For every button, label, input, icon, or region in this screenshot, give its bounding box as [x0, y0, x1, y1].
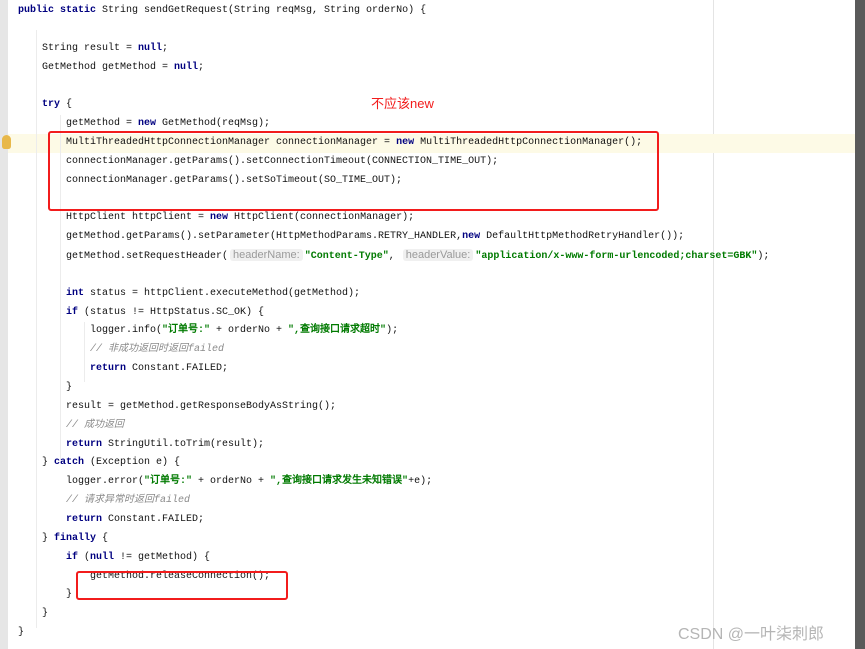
- code-text: }: [42, 457, 55, 469]
- code-text: (: [78, 551, 91, 563]
- code-line[interactable]: }: [66, 378, 72, 397]
- code-line[interactable]: String result = null;: [42, 39, 168, 58]
- keyword: int: [66, 287, 85, 299]
- code-line[interactable]: // 非成功返回时返回failed: [90, 340, 224, 359]
- code-text: + orderNo +: [192, 476, 271, 488]
- code-text: );: [757, 251, 770, 263]
- string-literal: "application/x-www-form-urlencoded;chars…: [475, 251, 758, 263]
- code-line[interactable]: getMethod.setRequestHeader(headerName: "C…: [66, 246, 769, 265]
- editor-gutter: [0, 0, 8, 649]
- code-text: }: [18, 627, 25, 639]
- code-text: (status != HttpStatus.SC_OK) {: [78, 306, 265, 318]
- code-line[interactable]: logger.info("订单号:" + orderNo + ",查询接口请求超…: [90, 321, 398, 340]
- keyword: return: [90, 363, 127, 375]
- keyword: if: [66, 306, 79, 318]
- keyword: if: [66, 551, 79, 563]
- code-text: HttpClient httpClient =: [66, 212, 211, 224]
- code-line[interactable]: return Constant.FAILED;: [90, 359, 228, 378]
- string-literal: ",查询接口请求超时": [288, 325, 387, 337]
- keyword: null: [138, 42, 163, 54]
- code-text: }: [42, 532, 55, 544]
- code-text: result = getMethod.getResponseBodyAsStri…: [66, 400, 337, 412]
- code-text: String result =: [42, 42, 139, 54]
- code-text: ;: [162, 42, 169, 54]
- code-text: != getMethod) {: [114, 551, 211, 563]
- code-text: {: [60, 99, 73, 111]
- code-text: logger.error(: [66, 476, 145, 488]
- code-line[interactable]: getMethod.getParams().setParameter(HttpM…: [66, 227, 684, 246]
- code-text: Constant.FAILED;: [126, 363, 229, 375]
- code-text: getMethod =: [66, 118, 139, 130]
- code-line[interactable]: } finally {: [42, 529, 108, 548]
- keyword: finally: [54, 532, 97, 544]
- code-text: HttpClient(connectionManager);: [228, 212, 415, 224]
- code-line[interactable]: // 请求异常时返回failed: [66, 491, 190, 510]
- string-literal: "Content-Type": [304, 251, 389, 263]
- code-text: String sendGetRequest(String reqMsg, Str…: [102, 5, 427, 16]
- side-panel-edge: [855, 0, 865, 649]
- code-text: }: [42, 608, 49, 620]
- comment: // 非成功返回时返回failed: [90, 344, 225, 356]
- code-text: StringUtil.toTrim(result);: [102, 438, 265, 450]
- code-text: );: [386, 325, 399, 337]
- parameter-hint: headerValue:: [402, 249, 474, 262]
- parameter-hint: headerName:: [230, 249, 303, 262]
- code-text: }: [66, 589, 73, 601]
- string-literal: ",查询接口请求发生未知错误": [270, 476, 409, 488]
- code-line[interactable]: if (status != HttpStatus.SC_OK) {: [66, 303, 264, 322]
- code-line[interactable]: GetMethod getMethod = null;: [42, 58, 204, 77]
- code-line[interactable]: // 成功返回: [66, 416, 124, 435]
- code-text: GetMethod(reqMsg);: [156, 118, 271, 130]
- code-line[interactable]: if (null != getMethod) {: [66, 548, 210, 567]
- annotation-box-connection-manager: [48, 131, 659, 211]
- code-line[interactable]: result = getMethod.getResponseBodyAsStri…: [66, 397, 336, 416]
- code-line[interactable]: }: [18, 623, 24, 642]
- code-line[interactable]: }: [42, 604, 48, 623]
- code-line[interactable]: int status = httpClient.executeMethod(ge…: [66, 284, 360, 303]
- code-text: DefaultHttpMethodRetryHandler());: [480, 231, 685, 243]
- indent-guide: [36, 30, 37, 628]
- keyword: public static: [18, 5, 103, 16]
- watermark: CSDN @一叶柒刺郎: [678, 626, 825, 643]
- annotation-box-release-connection: [76, 571, 288, 600]
- comment: // 成功返回: [66, 419, 125, 431]
- lightbulb-icon[interactable]: [2, 135, 11, 149]
- keyword: catch: [54, 457, 85, 469]
- code-line[interactable]: logger.error("订单号:" + orderNo + ",查询接口请求…: [66, 472, 432, 491]
- string-literal: "订单号:": [144, 476, 193, 488]
- code-line[interactable]: return StringUtil.toTrim(result);: [66, 435, 264, 454]
- comment: // 请求异常时返回failed: [66, 495, 191, 507]
- code-line[interactable]: HttpClient httpClient = new HttpClient(c…: [66, 208, 414, 227]
- keyword: null: [174, 61, 199, 73]
- code-line[interactable]: } catch (Exception e) {: [42, 453, 180, 472]
- code-line[interactable]: }: [66, 585, 72, 604]
- code-text: getMethod.getParams().setParameter(HttpM…: [66, 231, 463, 243]
- keyword: try: [42, 99, 61, 111]
- right-margin-guide: [713, 0, 714, 649]
- keyword: new: [138, 118, 157, 130]
- string-literal: "订单号:": [162, 325, 211, 337]
- code-text: +e);: [408, 476, 433, 488]
- code-text: getMethod.setRequestHeader(: [66, 251, 229, 263]
- code-text: (Exception e) {: [84, 457, 181, 469]
- code-text: status = httpClient.executeMethod(getMet…: [84, 287, 361, 299]
- keyword: new: [462, 231, 481, 243]
- keyword: return: [66, 438, 103, 450]
- code-text: logger.info(: [90, 325, 163, 337]
- code-line[interactable]: return Constant.FAILED;: [66, 510, 204, 529]
- code-line[interactable]: public static String sendGetRequest(Stri…: [18, 1, 426, 20]
- keyword: null: [90, 551, 115, 563]
- indent-guide: [84, 322, 85, 382]
- keyword: new: [210, 212, 229, 224]
- code-text: }: [66, 382, 73, 393]
- code-text: ,: [388, 251, 401, 263]
- code-text: Constant.FAILED;: [102, 513, 205, 525]
- code-line[interactable]: try {: [42, 95, 72, 114]
- keyword: return: [66, 513, 103, 525]
- code-text: GetMethod getMethod =: [42, 61, 175, 73]
- code-text: {: [96, 532, 109, 544]
- annotation-note: 不应该new: [371, 96, 434, 111]
- code-text: + orderNo +: [210, 325, 289, 337]
- code-text: ;: [198, 61, 205, 73]
